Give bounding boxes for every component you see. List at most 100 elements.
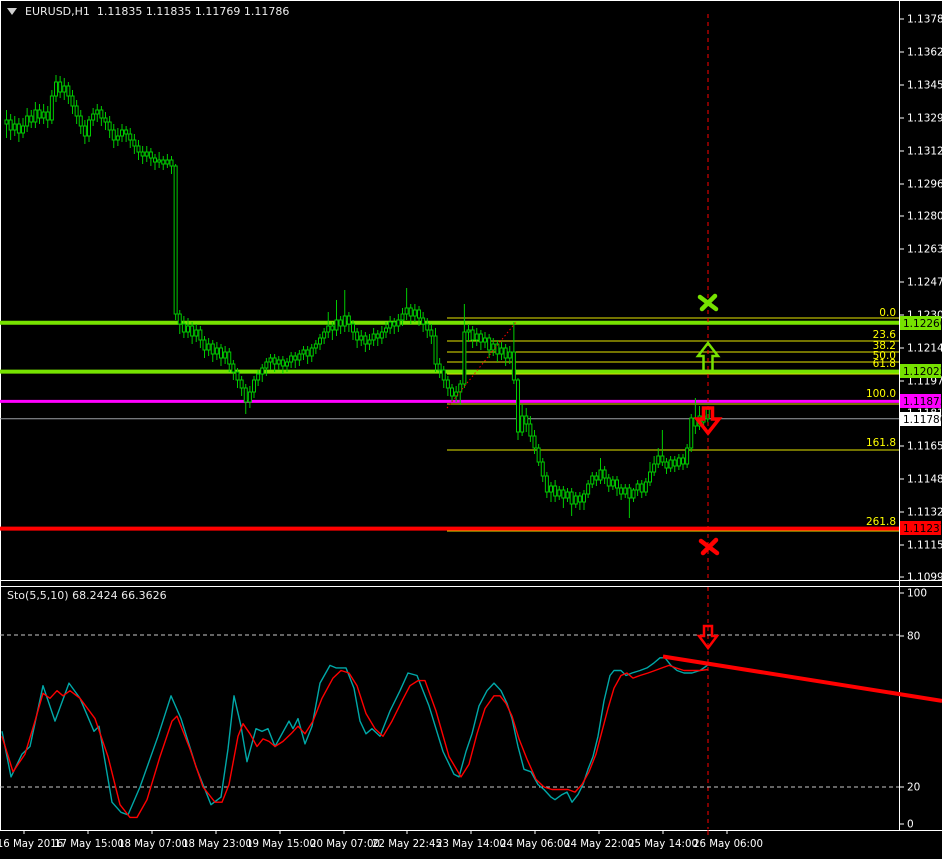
candle-body — [442, 370, 445, 380]
candle-body — [121, 130, 124, 136]
candle-body — [108, 122, 111, 130]
candle-body — [100, 110, 103, 118]
time-axis-label: 18 May 23:00 — [182, 839, 252, 850]
candle-body — [409, 308, 412, 316]
time-axis-label: 17 May 15:00 — [54, 839, 124, 850]
time-axis-label: 25 May 14:00 — [628, 839, 698, 850]
candle-body — [286, 362, 289, 366]
symbol-dropdown-icon[interactable] — [7, 8, 17, 15]
candle-body — [232, 364, 235, 372]
candle-body — [628, 488, 631, 498]
price-tick-label: 1.13620 — [907, 47, 942, 59]
candle-body — [215, 348, 218, 354]
candle-body — [475, 334, 478, 340]
candle-body — [636, 484, 639, 490]
candle-body — [174, 166, 177, 314]
candle-body — [595, 476, 598, 480]
candle-body — [413, 310, 416, 316]
candle-body — [467, 330, 470, 332]
candle-body — [244, 388, 247, 402]
candle-body — [463, 332, 466, 384]
price-badge-label: 1.12266 — [903, 318, 942, 330]
candle-body — [339, 320, 342, 326]
time-axis-label: 18 May 07:00 — [118, 839, 188, 850]
candle-body — [55, 82, 58, 96]
candle-body — [422, 318, 425, 324]
fib-level-label: 161.8 — [866, 437, 896, 449]
sto-trendline[interactable] — [663, 657, 942, 701]
candle-body — [96, 110, 99, 114]
candle-body — [310, 348, 313, 356]
candle-body — [67, 86, 70, 96]
candle-body — [83, 126, 86, 136]
price-badge-label: 1.11786 — [903, 414, 942, 426]
time-axis-label: 24 May 22:00 — [564, 839, 634, 850]
candle-body — [356, 332, 359, 340]
candle-body — [178, 314, 181, 324]
candle-body — [616, 480, 619, 488]
candle-body — [71, 96, 74, 106]
price-tick-label: 1.12635 — [907, 244, 942, 256]
candle-body — [603, 470, 606, 478]
candle-body — [512, 352, 515, 380]
candle-body — [525, 416, 528, 424]
candle-body — [393, 322, 396, 326]
candle-body — [26, 116, 29, 126]
sto-tick-label: 100 — [907, 588, 927, 600]
candle-body — [405, 308, 408, 314]
candle-body — [59, 82, 62, 92]
candle-body — [191, 326, 194, 336]
candle-body — [75, 106, 78, 116]
candle-body — [141, 152, 144, 156]
candle-body — [257, 374, 260, 380]
candle-body — [116, 136, 119, 140]
candle-body — [620, 488, 623, 494]
sto-tick-label: 20 — [907, 782, 920, 794]
price-tick-label: 1.12960 — [907, 179, 942, 191]
candle-body — [352, 324, 355, 332]
chart-canvas[interactable]: 0.023.638.250.061.8100.0161.8261.81.1378… — [0, 0, 942, 859]
candle-body — [657, 456, 660, 464]
candle-body — [319, 338, 322, 344]
candle-body — [566, 492, 569, 498]
candle-body — [79, 116, 82, 126]
candle-body — [570, 492, 573, 504]
time-axis-label: 22 May 22:45 — [372, 839, 442, 850]
candle-body — [298, 354, 301, 360]
candle-body — [22, 126, 25, 133]
candle-body — [203, 340, 206, 350]
price-tick-label: 1.13290 — [907, 113, 942, 125]
candle-body — [240, 380, 243, 388]
candle-body — [669, 460, 672, 468]
candle-body — [30, 116, 33, 122]
candle-body — [248, 392, 251, 402]
candle-body — [104, 118, 107, 122]
candle-body — [92, 114, 95, 120]
candle-body — [224, 352, 227, 358]
candle-body — [34, 110, 37, 122]
candle-body — [492, 344, 495, 350]
candle-body — [207, 344, 210, 350]
candle-body — [599, 470, 602, 480]
candle-body — [13, 124, 16, 130]
candle-body — [253, 380, 256, 392]
ohlc-values: 1.11835 1.11835 1.11769 1.11786 — [97, 5, 289, 18]
candle-body — [360, 336, 363, 340]
time-axis-label: 19 May 15:00 — [246, 839, 316, 850]
candle-body — [459, 384, 462, 392]
candle-body — [273, 358, 276, 364]
cross-mark-icon[interactable] — [701, 540, 717, 553]
price-tick-label: 1.11650 — [907, 441, 942, 453]
candle-body — [397, 320, 400, 326]
price-badge-label: 1.11237 — [903, 523, 942, 535]
candle-body — [17, 124, 20, 133]
candle-body — [195, 330, 198, 336]
candle-body — [479, 334, 482, 342]
candle-body — [451, 388, 454, 396]
candle-body — [504, 348, 507, 358]
candle-body — [508, 352, 511, 358]
candle-body — [302, 350, 305, 354]
candle-body — [471, 330, 474, 340]
candle-body — [372, 334, 375, 340]
candle-body — [578, 496, 581, 502]
